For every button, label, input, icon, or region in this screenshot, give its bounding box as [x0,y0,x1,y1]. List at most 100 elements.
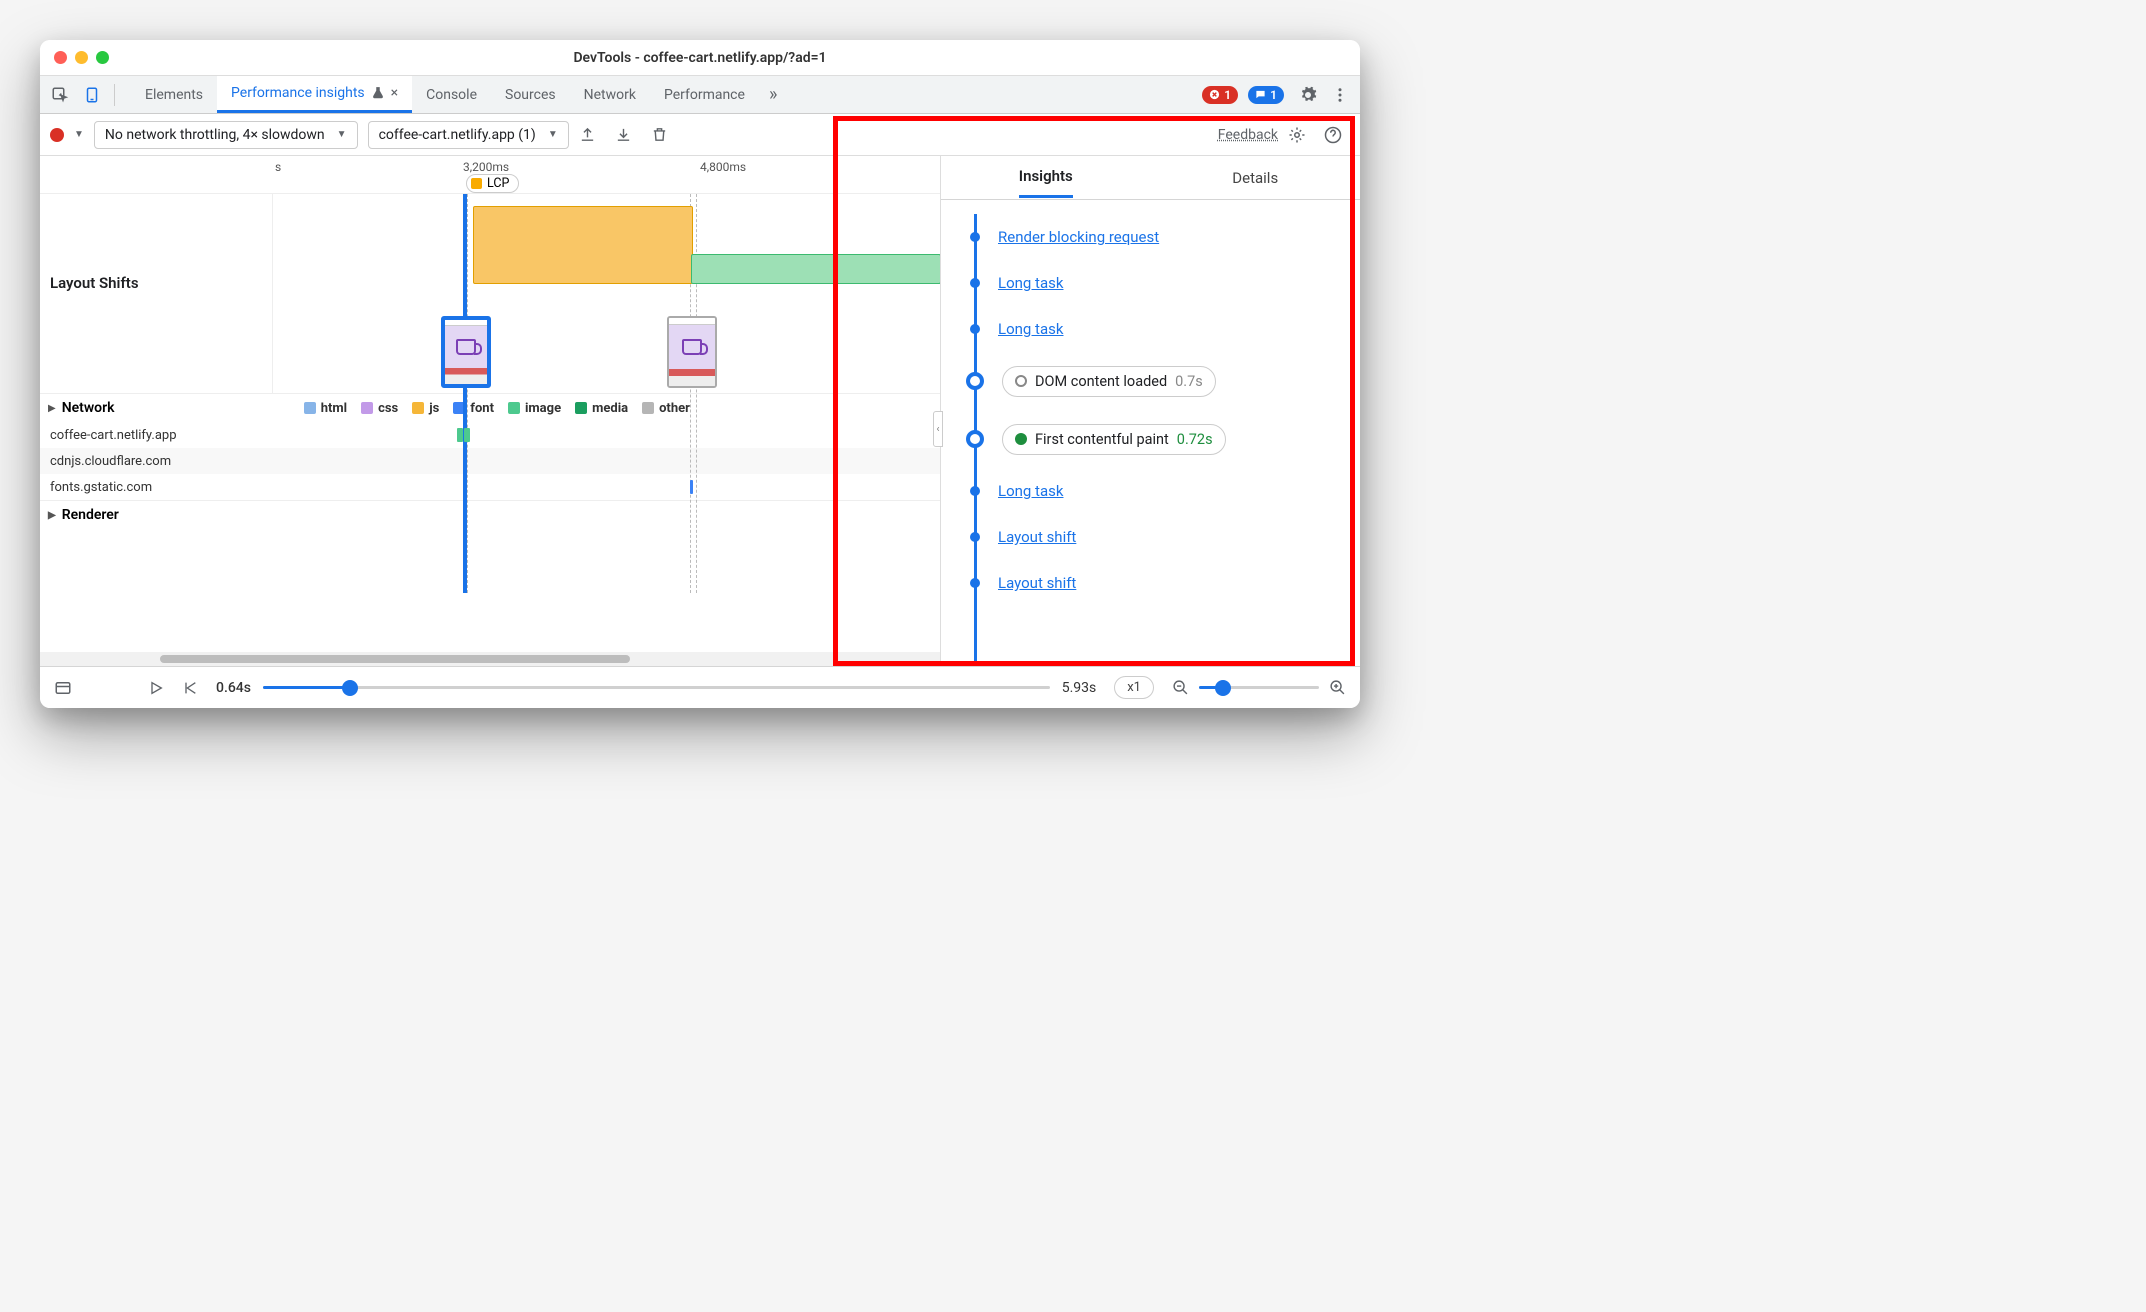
timeline-pane: s 3,200ms 4,800ms LCP Layout Shifts [40,156,940,666]
tab-console[interactable]: Console [412,76,491,113]
tab-performance[interactable]: Performance [650,76,759,113]
tab-elements[interactable]: Elements [131,76,217,113]
zoom-out-icon[interactable] [1172,679,1189,696]
filmstrip-thumb-selected[interactable] [441,316,491,388]
upload-icon[interactable] [579,126,605,143]
issues-badge[interactable]: 1 [1248,86,1284,104]
status-dot-icon [1015,433,1027,445]
network-host-row[interactable]: cdnjs.cloudflare.com [40,448,940,474]
slider-knob[interactable] [342,680,358,696]
insight-item[interactable]: Render blocking request [965,214,1346,260]
dashed-marker [467,194,468,593]
feedback-link[interactable]: Feedback [1218,127,1278,143]
disclosure-triangle-icon[interactable]: ▶ [48,403,56,414]
insight-item[interactable]: Long task [965,260,1346,306]
disclosure-triangle-icon[interactable]: ▶ [48,510,56,521]
tab-network[interactable]: Network [570,76,650,113]
insight-milestone[interactable]: DOM content loaded 0.7s [965,352,1346,410]
insight-link[interactable]: Render blocking request [998,228,1159,246]
insight-milestone[interactable]: First contentful paint 0.72s [965,410,1346,468]
filmstrip-thumb[interactable] [667,316,717,388]
rewind-icon[interactable] [182,680,198,696]
throttling-select[interactable]: No network throttling, 4× slowdown ▼ [94,121,358,149]
minimize-icon[interactable] [75,51,88,64]
zoom-controls [1172,679,1346,696]
message-icon [1255,89,1266,100]
insight-link[interactable]: Long task [998,482,1063,500]
chevron-down-icon: ▼ [337,129,347,140]
insight-item[interactable]: Layout shift [965,514,1346,560]
close-tab-icon[interactable]: × [391,85,398,101]
inspect-icon[interactable] [46,81,74,109]
gear-icon[interactable] [1288,126,1314,144]
insight-link[interactable]: Layout shift [998,528,1076,546]
flask-icon [371,86,385,100]
timeline-canvas[interactable] [272,194,940,393]
range-end-time: 5.93s [1062,680,1097,696]
trash-icon[interactable] [651,126,677,143]
settings-icon[interactable] [1294,81,1322,109]
insight-link[interactable]: Long task [998,320,1063,338]
timeline-block[interactable] [473,206,693,284]
tab-details[interactable]: Details [1151,156,1361,199]
panel-tabs: Elements Performance insights × Console … [131,76,759,113]
zoom-slider[interactable] [1199,686,1319,689]
playback-speed[interactable]: x1 [1114,676,1154,699]
insight-ring-icon [966,430,984,448]
help-icon[interactable] [1324,126,1350,144]
titlebar: DevTools - coffee-cart.netlify.app/?ad=1 [40,40,1360,76]
insight-dot-icon [970,278,980,288]
kebab-menu-icon[interactable] [1326,81,1354,109]
tab-insights[interactable]: Insights [941,156,1151,199]
insight-link[interactable]: Long task [998,274,1063,292]
timeline-ruler: s 3,200ms 4,800ms LCP [40,156,940,194]
page-select[interactable]: coffee-cart.netlify.app (1) ▼ [368,121,569,149]
network-legend: html css js font image media other [284,401,932,416]
toggle-view-icon[interactable] [54,679,72,697]
range-start-time: 0.64s [216,680,251,696]
record-menu-caret[interactable]: ▼ [74,129,84,140]
insight-item[interactable]: Long task [965,468,1346,514]
network-header[interactable]: ▶ Network html css js font image media o… [40,394,940,422]
play-icon[interactable] [148,680,164,696]
playback-footer: 0.64s 5.93s x1 [40,666,1360,708]
devtools-window: DevTools - coffee-cart.netlify.app/?ad=1… [40,40,1360,708]
tab-performance-insights[interactable]: Performance insights × [217,76,412,113]
insight-link[interactable]: Layout shift [998,574,1076,592]
network-host-row[interactable]: coffee-cart.netlify.app [40,422,940,448]
close-icon[interactable] [54,51,67,64]
more-tabs-icon[interactable]: » [763,84,783,105]
error-badge[interactable]: 1 [1202,86,1238,104]
milestone-pill: First contentful paint 0.72s [1002,424,1226,455]
device-toggle-icon[interactable] [78,81,106,109]
playhead-marker[interactable] [463,194,467,593]
time-tick: s [275,160,281,174]
time-slider[interactable] [263,686,1050,689]
renderer-section[interactable]: ▶ Renderer [40,501,940,529]
lcp-marker[interactable]: LCP [466,174,519,193]
tab-sources[interactable]: Sources [491,76,570,113]
horizontal-scrollbar[interactable] [40,652,940,666]
devtools-tabbar: Elements Performance insights × Console … [40,76,1360,114]
slider-knob[interactable] [1215,680,1231,696]
layout-shifts-section: Layout Shifts [40,194,940,394]
record-button[interactable] [50,128,64,142]
insight-dot-icon [970,486,980,496]
main-content: s 3,200ms 4,800ms LCP Layout Shifts [40,156,1360,666]
time-range: 0.64s 5.93s [216,680,1096,696]
insight-item[interactable]: Layout shift [965,560,1346,606]
insight-dot-icon [970,578,980,588]
chevron-down-icon: ▼ [548,129,558,140]
insight-item[interactable]: Long task [965,306,1346,352]
insights-list: Render blocking request Long task Long t… [941,200,1360,666]
scrollbar-thumb[interactable] [160,655,630,663]
download-icon[interactable] [615,126,641,143]
network-host-row[interactable]: fonts.gstatic.com [40,474,940,500]
timeline-block[interactable] [691,254,940,284]
maximize-icon[interactable] [96,51,109,64]
zoom-in-icon[interactable] [1329,679,1346,696]
network-section: ▶ Network html css js font image media o… [40,394,940,501]
window-title: DevTools - coffee-cart.netlify.app/?ad=1 [40,50,1360,66]
insight-dot-icon [970,532,980,542]
lcp-color-icon [471,178,482,189]
